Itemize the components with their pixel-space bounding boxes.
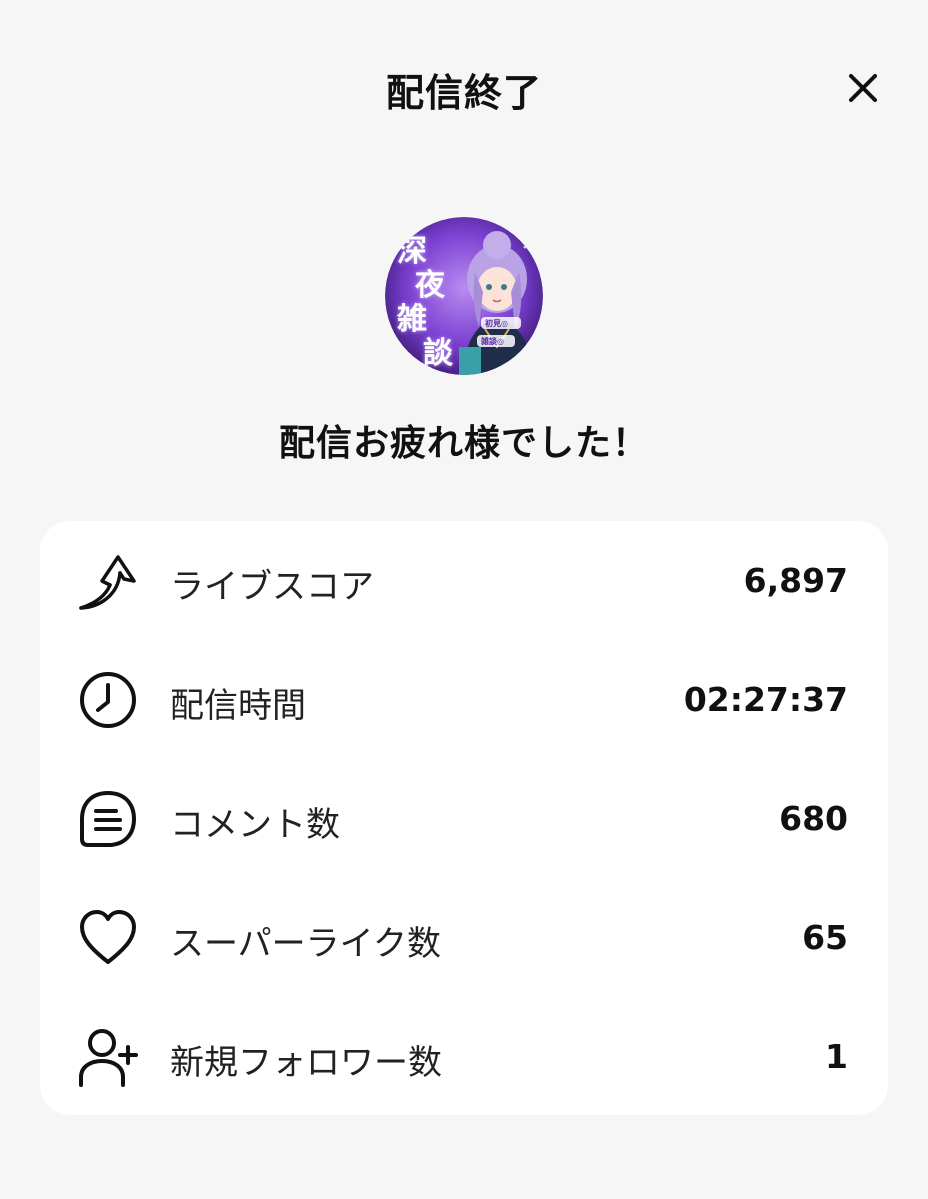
stat-value: 6,897	[743, 561, 848, 600]
avatar: 深 夜 雑 談 初見◎ 雑談◎	[385, 217, 543, 375]
stat-value: 680	[779, 799, 848, 838]
score-arrow-icon	[78, 551, 138, 611]
stat-label: スーパーライク数	[170, 924, 441, 964]
stat-row-new-followers: 新規フォロワー数 1	[40, 997, 888, 1115]
page-title: 配信終了	[385, 71, 542, 115]
avatar-badge: 初見◎	[485, 319, 508, 328]
avatar-text: 深 夜 雑 談	[397, 234, 453, 371]
stat-label: ライブスコア	[170, 567, 374, 607]
avatar-badge: 雑談◎	[481, 337, 504, 346]
stat-label: 新規フォロワー数	[170, 1043, 442, 1083]
clock-icon	[78, 670, 138, 730]
heart-icon	[78, 908, 138, 968]
add-user-icon	[78, 1027, 138, 1087]
thanks-message: 配信お疲れ様でした！	[278, 423, 649, 464]
stat-value: 65	[802, 918, 848, 957]
stat-value: 1	[825, 1037, 848, 1076]
comment-icon	[78, 789, 138, 849]
stat-value: 02:27:37	[683, 680, 848, 719]
stats-card: ライブスコア 6,897 配信時間 02:27:37 コメント数 680 スーパ…	[40, 521, 888, 1115]
close-icon	[849, 74, 877, 102]
stat-row-duration: 配信時間 02:27:37	[40, 640, 888, 758]
stat-label: 配信時間	[170, 686, 306, 726]
stat-row-super-likes: スーパーライク数 65	[40, 878, 888, 996]
stat-label: コメント数	[170, 805, 340, 845]
stat-row-comments: コメント数 680	[40, 759, 888, 877]
close-button[interactable]	[843, 68, 883, 108]
stat-row-live-score: ライブスコア 6,897	[40, 521, 888, 639]
header: 配信終了	[0, 0, 928, 180]
